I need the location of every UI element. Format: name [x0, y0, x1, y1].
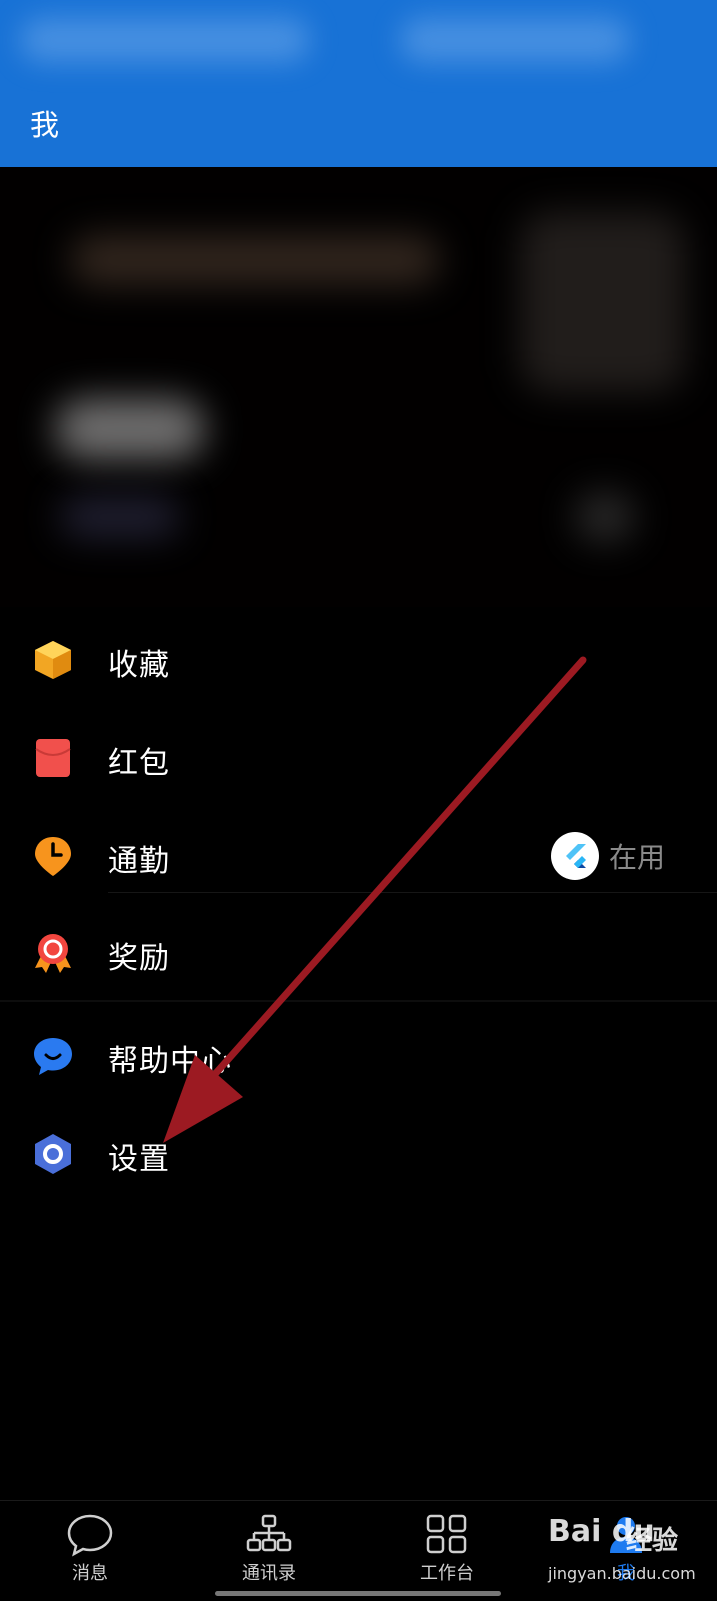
- profile-arrow-blur: [575, 492, 635, 542]
- nav-tab-workbench[interactable]: 工作台: [387, 1513, 507, 1593]
- nav-label: 通讯录: [242, 1563, 296, 1584]
- message-bubble-icon: [67, 1514, 113, 1557]
- menu-item-label: 设置: [108, 1142, 170, 1177]
- menu-item-label: 通勤: [108, 844, 170, 879]
- profile-sub-blur: [60, 497, 180, 537]
- profile-card-blurred[interactable]: [0, 167, 717, 607]
- commute-clock-pin-icon: [35, 837, 71, 876]
- menu-item-settings[interactable]: 设置: [0, 1114, 717, 1194]
- menu-item-rewards[interactable]: 奖励: [0, 913, 717, 993]
- status-bar-blur-left: [20, 18, 310, 62]
- profile-badge-blur: [55, 399, 205, 459]
- menu-item-favorites[interactable]: 收藏: [0, 620, 717, 700]
- menu-item-label: 收藏: [108, 648, 170, 683]
- reward-medal-icon: [35, 934, 71, 973]
- nav-label: 工作台: [420, 1563, 474, 1584]
- commute-status: 在用: [550, 831, 665, 881]
- page-title: 我: [30, 108, 60, 142]
- menu-item-label: 奖励: [108, 941, 170, 976]
- menu-item-label: 红包: [108, 746, 170, 781]
- grid-apps-icon: [426, 1514, 467, 1554]
- divider: [108, 892, 717, 893]
- commute-status-text: 在用: [608, 841, 665, 874]
- menu-item-help-center[interactable]: 帮助中心: [0, 1016, 717, 1096]
- watermark-url: jingyan.baidu.com: [548, 1564, 696, 1583]
- menu-item-red-envelope[interactable]: 红包: [0, 718, 717, 798]
- favorites-box-icon: [35, 641, 71, 679]
- help-chat-icon: [34, 1038, 72, 1075]
- profile-avatar-blur: [520, 212, 685, 392]
- nav-tab-contacts[interactable]: 通讯录: [209, 1513, 329, 1593]
- profile-name-blur: [70, 235, 440, 285]
- menu-item-commute[interactable]: 通勤 在用: [0, 816, 717, 896]
- red-envelope-icon: [35, 739, 71, 777]
- settings-hexagon-icon: [35, 1134, 71, 1174]
- flutter-app-icon: [550, 832, 599, 880]
- watermark-text: 经验: [626, 1526, 679, 1556]
- status-bar-blur-right: [400, 18, 630, 62]
- menu-item-label: 帮助中心: [108, 1044, 232, 1079]
- baidu-watermark: Bai du 经验 jingyan.baidu.com: [548, 1514, 708, 1594]
- org-chart-icon: [246, 1514, 292, 1552]
- home-indicator: [215, 1591, 501, 1596]
- nav-label: 消息: [72, 1563, 108, 1584]
- nav-tab-messages[interactable]: 消息: [30, 1513, 150, 1593]
- app-header: 我: [0, 0, 717, 167]
- section-divider: [0, 1000, 717, 1002]
